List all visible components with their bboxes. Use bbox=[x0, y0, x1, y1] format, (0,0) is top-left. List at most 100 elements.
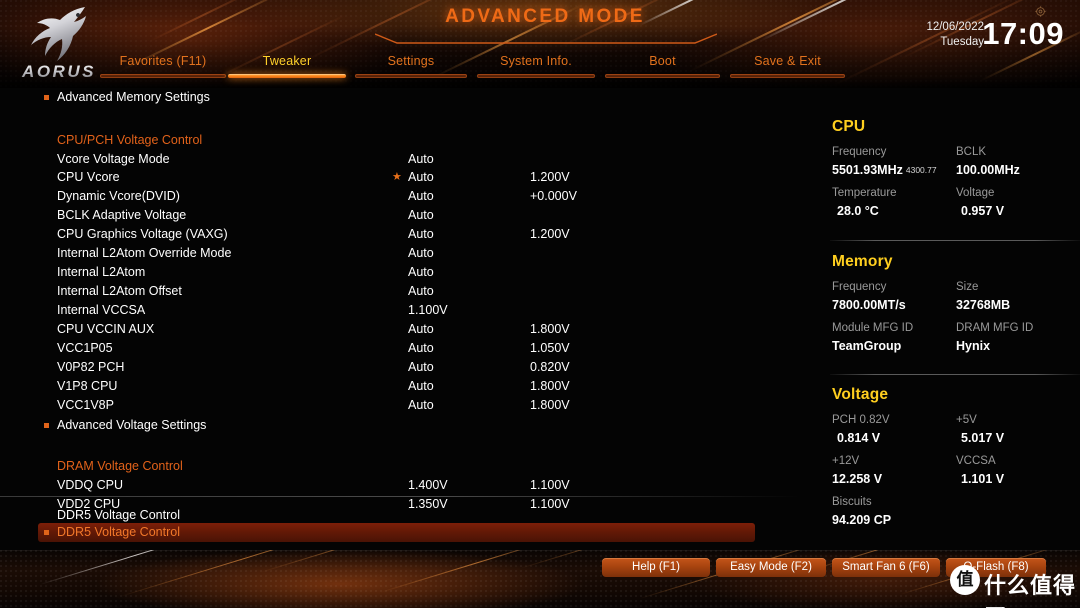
settings-row-label: VDDQ CPU bbox=[57, 478, 123, 492]
info-value: 12.258 V bbox=[832, 472, 883, 486]
settings-row-value[interactable]: 1.100V bbox=[408, 303, 448, 317]
nav-tab-underline bbox=[355, 74, 467, 78]
info-cell: +12V 12.258 V bbox=[832, 453, 956, 488]
settings-row-current: 1.050V bbox=[530, 341, 570, 355]
footer-bar: Help (F1) Easy Mode (F2) Smart Fan 6 (F6… bbox=[0, 550, 1080, 608]
nav-tab-underline bbox=[228, 74, 346, 78]
info-cell: Biscuits 94.209 CP bbox=[832, 494, 956, 529]
panel-grid: Frequency 7800.00MT/s Size 32768MB Modul… bbox=[832, 279, 1080, 355]
aorus-wordmark: AORUS bbox=[11, 62, 107, 82]
aorus-falcon-icon bbox=[31, 7, 86, 61]
info-value-main: 5501.93MHz bbox=[832, 163, 903, 177]
info-key: PCH 0.82V bbox=[832, 414, 890, 426]
settings-row-value[interactable]: Auto bbox=[408, 322, 434, 336]
settings-row-label: Internal L2Atom Offset bbox=[57, 284, 182, 298]
aorus-logo: AORUS bbox=[6, 2, 110, 86]
footer-top-line bbox=[0, 550, 1080, 551]
settings-row[interactable]: CPU Graphics Voltage (VAXG) Auto 1.200V bbox=[0, 225, 800, 244]
info-value: 0.814 V bbox=[837, 431, 881, 445]
settings-row-label: DRAM Voltage Control bbox=[57, 459, 183, 473]
nav-tab-underline bbox=[100, 74, 226, 78]
settings-row[interactable]: CPU VCCIN AUX Auto 1.800V bbox=[0, 320, 800, 339]
info-cell: DRAM MFG ID Hynix bbox=[956, 320, 1080, 355]
info-key: DRAM MFG ID bbox=[956, 322, 1034, 334]
settings-row-value[interactable]: Auto bbox=[408, 152, 434, 166]
info-cell: Temperature 28.0 °C bbox=[832, 185, 956, 220]
settings-row[interactable]: Internal VCCSA 1.100V bbox=[0, 301, 800, 320]
submenu-bullet-icon bbox=[44, 95, 49, 100]
settings-row[interactable]: Advanced Voltage Settings bbox=[0, 416, 800, 435]
settings-row[interactable]: Internal L2Atom Auto bbox=[0, 263, 800, 282]
settings-row[interactable]: Advanced Memory Settings bbox=[0, 88, 800, 107]
nav-tab-label: Save & Exit bbox=[754, 54, 821, 68]
nav-tab-tweaker[interactable]: Tweaker bbox=[228, 54, 346, 78]
nav-tab-boot[interactable]: Boot bbox=[605, 54, 720, 78]
site-watermark: 值 什么值得买 bbox=[950, 562, 1080, 608]
info-value: 7800.00MT/s bbox=[832, 298, 906, 312]
info-cell: Voltage 0.957 V bbox=[956, 185, 1080, 220]
panel-voltage: Voltage PCH 0.82V 0.814 V +5V 5.017 V +1… bbox=[832, 386, 1080, 530]
settings-row[interactable]: VCC1V8P Auto 1.800V bbox=[0, 396, 800, 415]
settings-row-label: Internal L2Atom Override Mode bbox=[57, 246, 232, 260]
settings-row[interactable]: BCLK Adaptive Voltage Auto bbox=[0, 206, 800, 225]
nav-tab-system-info[interactable]: System Info. bbox=[477, 54, 595, 78]
advanced-mode-label: ADVANCED MODE bbox=[445, 6, 645, 27]
info-value: 28.0 °C bbox=[837, 204, 879, 218]
sidebar-divider bbox=[830, 374, 1080, 375]
sidebar-divider bbox=[830, 240, 1080, 241]
settings-row-value[interactable]: Auto bbox=[408, 265, 434, 279]
settings-row-label: V1P8 CPU bbox=[57, 379, 118, 393]
info-key: Module MFG ID bbox=[832, 322, 914, 334]
info-key: Frequency bbox=[832, 281, 887, 293]
settings-row-current: 1.800V bbox=[530, 398, 570, 412]
list-separator bbox=[0, 496, 800, 497]
nav-tab-save-exit[interactable]: Save & Exit bbox=[730, 54, 845, 78]
settings-row[interactable]: Vcore Voltage Mode Auto bbox=[0, 150, 800, 169]
settings-row-value[interactable]: Auto bbox=[408, 284, 434, 298]
favorite-star-icon[interactable]: ★ bbox=[392, 172, 402, 183]
settings-row[interactable]: ★ CPU Vcore Auto 1.200V bbox=[0, 168, 800, 187]
content-area: Advanced Memory Settings CPU/PCH Voltage … bbox=[0, 88, 1080, 550]
info-key: Biscuits bbox=[832, 496, 872, 508]
settings-row-value[interactable]: Auto bbox=[408, 360, 434, 374]
smart-fan-button[interactable]: Smart Fan 6 (F6) bbox=[832, 558, 940, 577]
settings-row[interactable]: VCC1P05 Auto 1.050V bbox=[0, 339, 800, 358]
settings-row-selected[interactable]: DDR5 Voltage Control bbox=[38, 523, 755, 542]
settings-row-label: CPU Graphics Voltage (VAXG) bbox=[57, 227, 228, 241]
nav-tab-underline bbox=[477, 74, 595, 78]
info-key: Frequency bbox=[832, 146, 887, 158]
gear-icon[interactable] bbox=[1035, 6, 1046, 17]
settings-row[interactable]: Dynamic Vcore(DVID) Auto +0.000V bbox=[0, 187, 800, 206]
settings-row-value[interactable]: Auto bbox=[408, 189, 434, 203]
easy-mode-button[interactable]: Easy Mode (F2) bbox=[716, 558, 826, 577]
settings-row-label: V0P82 PCH bbox=[57, 360, 125, 374]
settings-row-value[interactable]: 1.400V bbox=[408, 478, 448, 492]
settings-row[interactable]: V0P82 PCH Auto 0.820V bbox=[0, 358, 800, 377]
info-cell: VCCSA 1.101 V bbox=[956, 453, 1080, 488]
settings-row-value[interactable]: Auto bbox=[408, 208, 434, 222]
settings-row[interactable]: Internal L2Atom Override Mode Auto bbox=[0, 244, 800, 263]
settings-row[interactable]: Internal L2Atom Offset Auto bbox=[0, 282, 800, 301]
info-key: Size bbox=[956, 281, 979, 293]
settings-row-current: 1.200V bbox=[530, 227, 570, 241]
settings-row-current: 0.820V bbox=[530, 360, 570, 374]
nav-tab-settings[interactable]: Settings bbox=[355, 54, 467, 78]
settings-section-header: DRAM Voltage Control bbox=[0, 457, 800, 476]
settings-row[interactable]: VDDQ CPU 1.400V 1.100V bbox=[0, 476, 800, 495]
settings-row-value[interactable]: Auto bbox=[408, 379, 434, 393]
help-button[interactable]: Help (F1) bbox=[602, 558, 710, 577]
settings-row-value[interactable]: Auto bbox=[408, 170, 434, 184]
settings-row-label: Advanced Voltage Settings bbox=[57, 418, 207, 432]
settings-row-value[interactable]: 1.350V bbox=[408, 497, 448, 511]
info-cell: +5V 5.017 V bbox=[956, 412, 1080, 447]
settings-row-value[interactable]: Auto bbox=[408, 227, 434, 241]
hardware-info-sidebar: CPU Frequency 5501.93MHz 4300.77 BCLK 100… bbox=[808, 88, 1080, 550]
nav-tab-favorites[interactable]: Favorites (F11) bbox=[100, 54, 226, 78]
info-value: TeamGroup bbox=[832, 339, 902, 353]
settings-row[interactable]: V1P8 CPU Auto 1.800V bbox=[0, 377, 800, 396]
settings-row-value[interactable]: Auto bbox=[408, 246, 434, 260]
settings-row-value[interactable]: Auto bbox=[408, 341, 434, 355]
submenu-bullet-icon bbox=[44, 423, 49, 428]
settings-row-value[interactable]: Auto bbox=[408, 398, 434, 412]
info-value: 100.00MHz bbox=[956, 163, 1020, 177]
